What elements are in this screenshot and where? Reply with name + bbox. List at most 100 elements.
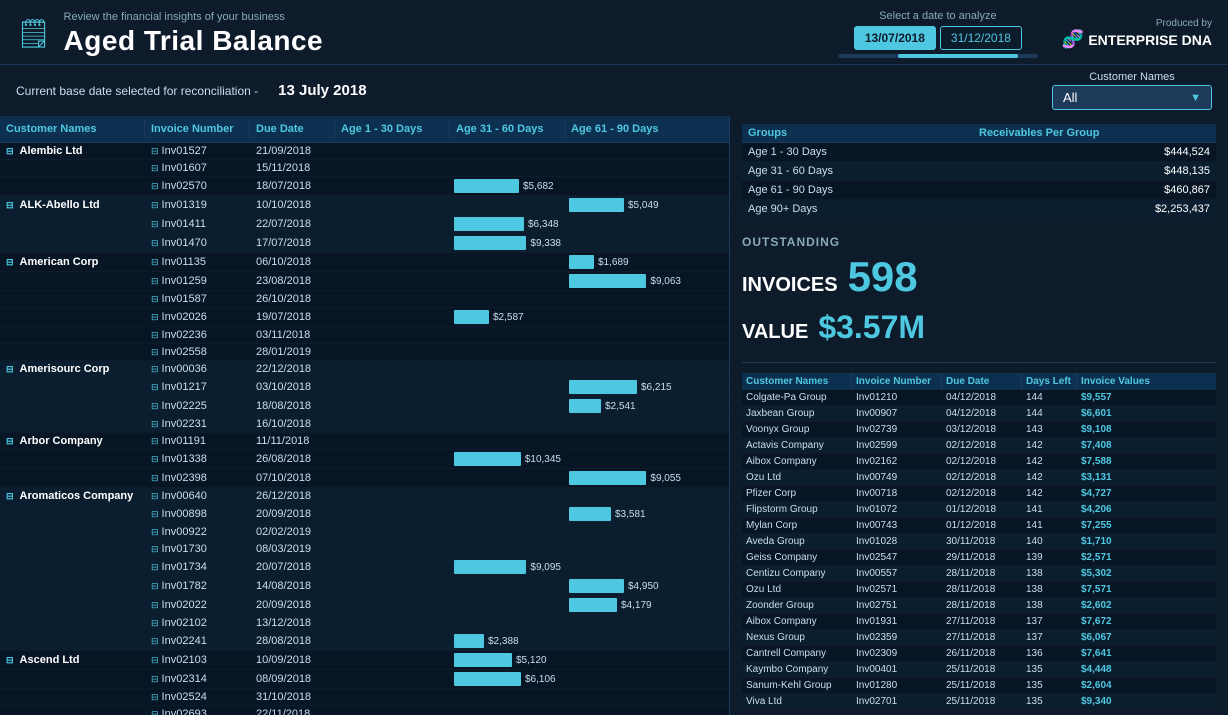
- customer-name-cell: [0, 308, 145, 326]
- row-expand-icon[interactable]: ⊟: [151, 655, 159, 666]
- row-expand-icon[interactable]: ⊟: [151, 257, 159, 268]
- age61-90-cell: $4,950: [565, 577, 685, 595]
- row-expand-icon[interactable]: ⊟: [151, 401, 159, 412]
- age-group-value: $2,253,437: [979, 203, 1210, 215]
- bt-value: $7,408: [1077, 438, 1157, 453]
- bottom-table-container: Customer Names Invoice Number Due Date D…: [742, 373, 1216, 707]
- date-btn-1[interactable]: 13/07/2018: [854, 26, 936, 50]
- bt-customer: Zoonder Group: [742, 598, 852, 613]
- bar: [569, 471, 646, 485]
- customer-dropdown[interactable]: All ▼: [1052, 85, 1212, 110]
- expand-icon[interactable]: ⊟: [6, 200, 14, 211]
- row-expand-icon[interactable]: ⊟: [151, 146, 159, 157]
- bottom-table-row: Viva Ltd Inv02701 25/11/2018 135 $9,340: [742, 694, 1216, 707]
- row-expand-icon[interactable]: ⊟: [151, 200, 159, 211]
- row-expand-icon[interactable]: ⊟: [151, 238, 159, 249]
- due-date-cell: 22/12/2018: [250, 361, 335, 377]
- row-expand-icon[interactable]: ⊟: [151, 347, 159, 358]
- col-customer-names: Customer Names: [0, 120, 145, 138]
- age31-60-cell: [450, 689, 565, 705]
- invoice-number-cell: ⊟Inv01607: [145, 160, 250, 176]
- customer-name-cell: [0, 177, 145, 195]
- expand-icon[interactable]: ⊟: [6, 491, 14, 502]
- row-expand-icon[interactable]: ⊟: [151, 491, 159, 502]
- row-expand-icon[interactable]: ⊟: [151, 600, 159, 611]
- expand-icon[interactable]: ⊟: [6, 364, 14, 375]
- customer-name-cell: ⊟Ascend Ltd: [0, 651, 145, 669]
- row-expand-icon[interactable]: ⊟: [151, 544, 159, 555]
- invoice-number-cell: ⊟Inv01135: [145, 253, 250, 271]
- header-subtitle: Review the financial insights of your bu…: [64, 11, 324, 23]
- customer-name-cell: [0, 524, 145, 540]
- row-expand-icon[interactable]: ⊟: [151, 527, 159, 538]
- bt-due: 25/11/2018: [942, 662, 1022, 677]
- row-expand-icon[interactable]: ⊟: [151, 581, 159, 592]
- customer-name-cell: [0, 670, 145, 688]
- bottom-table-header: Customer Names Invoice Number Due Date D…: [742, 373, 1216, 390]
- row-expand-icon[interactable]: ⊟: [151, 382, 159, 393]
- table-row: ⊟Inv0224128/08/2018$2,388: [0, 632, 729, 651]
- row-expand-icon[interactable]: ⊟: [151, 674, 159, 685]
- row-expand-icon[interactable]: ⊟: [151, 181, 159, 192]
- bt-customer: Aibox Company: [742, 614, 852, 629]
- row-expand-icon[interactable]: ⊟: [151, 509, 159, 520]
- row-expand-icon[interactable]: ⊟: [151, 276, 159, 287]
- age-group-value: $460,867: [979, 184, 1210, 196]
- age61-90-cell: $4,179: [565, 596, 685, 614]
- row-expand-icon[interactable]: ⊟: [151, 618, 159, 629]
- bt-due: 27/11/2018: [942, 614, 1022, 629]
- date-btn-2[interactable]: 31/12/2018: [940, 26, 1022, 50]
- bar-label: $2,388: [488, 636, 519, 647]
- bt-due: 04/12/2018: [942, 390, 1022, 405]
- row-expand-icon[interactable]: ⊟: [151, 454, 159, 465]
- date-range-slider[interactable]: [838, 54, 1038, 58]
- bottom-table-row: Cantrell Company Inv02309 26/11/2018 136…: [742, 646, 1216, 662]
- expand-icon[interactable]: ⊟: [6, 655, 14, 666]
- bt-days: 140: [1022, 534, 1077, 549]
- age1-30-cell: [335, 615, 450, 631]
- age31-60-cell: [450, 253, 565, 271]
- row-expand-icon[interactable]: ⊟: [151, 312, 159, 323]
- divider: [742, 362, 1216, 363]
- bt-customer: Aibox Company: [742, 454, 852, 469]
- bt-invoice: Inv02739: [852, 422, 942, 437]
- age1-30-cell: [335, 215, 450, 233]
- bottom-table-row: Jaxbean Group Inv00907 04/12/2018 144 $6…: [742, 406, 1216, 422]
- row-expand-icon[interactable]: ⊟: [151, 636, 159, 647]
- expand-icon[interactable]: ⊟: [6, 146, 14, 157]
- due-date-cell: 20/07/2018: [250, 558, 335, 576]
- invoice-number-cell: ⊟Inv01587: [145, 291, 250, 307]
- age1-30-cell: [335, 541, 450, 557]
- expand-icon[interactable]: ⊟: [6, 257, 14, 268]
- table-row: ⊟Inv0222518/08/2018$2,541: [0, 397, 729, 416]
- row-expand-icon[interactable]: ⊟: [151, 709, 159, 715]
- row-expand-icon[interactable]: ⊟: [151, 219, 159, 230]
- age31-60-cell: [450, 196, 565, 214]
- row-expand-icon[interactable]: ⊟: [151, 163, 159, 174]
- age31-60-cell: $6,106: [450, 670, 565, 688]
- row-expand-icon[interactable]: ⊟: [151, 294, 159, 305]
- bt-customer: Cantrell Company: [742, 646, 852, 661]
- table-row: ⊟Inv0121703/10/2018$6,215: [0, 378, 729, 397]
- age61-90-cell: $9,063: [565, 272, 685, 290]
- row-expand-icon[interactable]: ⊟: [151, 473, 159, 484]
- row-expand-icon[interactable]: ⊟: [151, 562, 159, 573]
- bt-days: 142: [1022, 454, 1077, 469]
- bar-label: $6,215: [641, 382, 672, 393]
- row-expand-icon[interactable]: ⊟: [151, 330, 159, 341]
- expand-icon[interactable]: ⊟: [6, 436, 14, 447]
- age31-60-cell: [450, 469, 565, 487]
- table-row: ⊟Inv0089820/09/2018$3,581: [0, 505, 729, 524]
- main-content: Customer Names Invoice Number Due Date A…: [0, 116, 1228, 715]
- bottom-table-row: Colgate-Pa Group Inv01210 04/12/2018 144…: [742, 390, 1216, 406]
- row-expand-icon[interactable]: ⊟: [151, 692, 159, 703]
- age-groups-row: Age 31 - 60 Days$448,135: [742, 162, 1216, 181]
- row-expand-icon[interactable]: ⊟: [151, 364, 159, 375]
- table-row: ⊟Inv0223603/11/2018: [0, 327, 729, 344]
- age31-60-cell: [450, 615, 565, 631]
- table-row: ⊟Inv0257018/07/2018$5,682: [0, 177, 729, 196]
- age1-30-cell: [335, 416, 450, 432]
- row-expand-icon[interactable]: ⊟: [151, 436, 159, 447]
- row-expand-icon[interactable]: ⊟: [151, 419, 159, 430]
- bt-value: $4,448: [1077, 662, 1157, 677]
